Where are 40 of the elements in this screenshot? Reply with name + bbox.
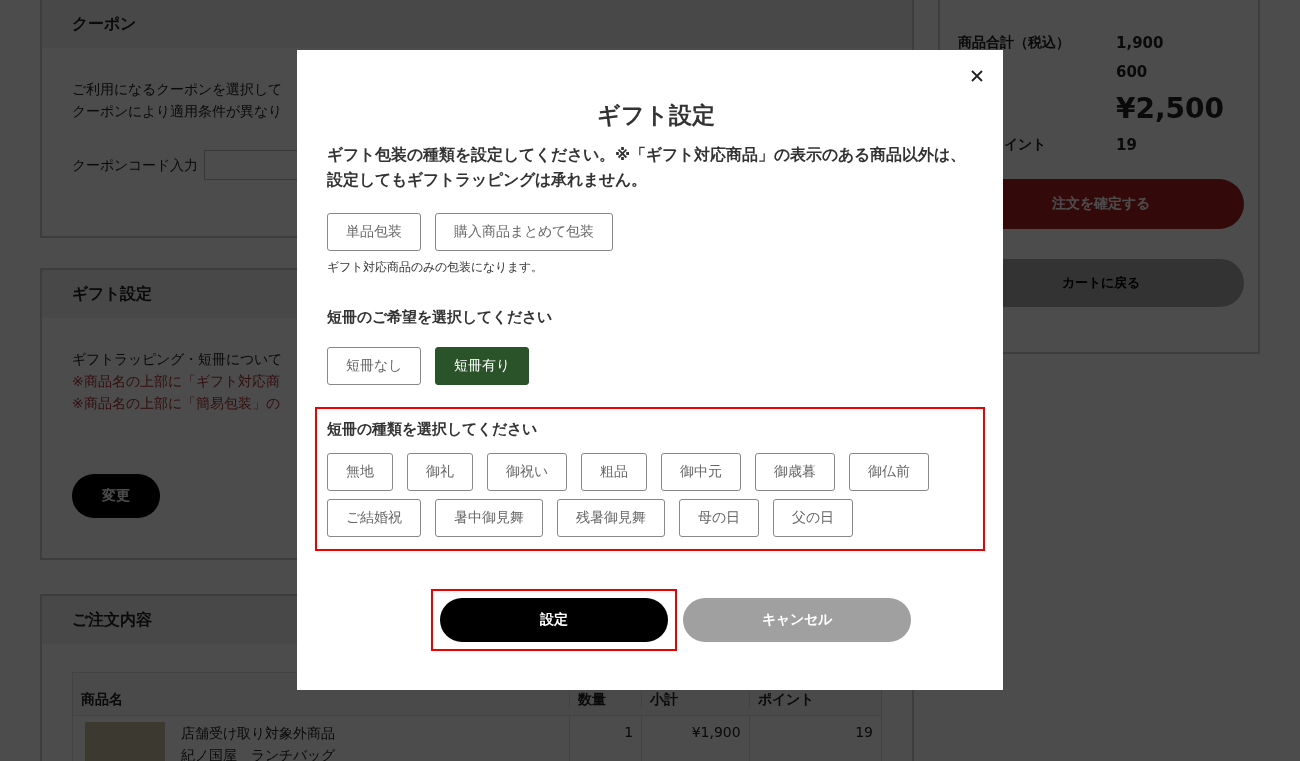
tanzaku-type-option[interactable]: 暑中御見舞 (435, 499, 543, 537)
field-label: クーポンコード入力 (72, 156, 198, 175)
tanzaku-type-option[interactable]: 御礼 (407, 453, 473, 491)
card-title: ギフト設定 (72, 283, 152, 305)
body-text: ご利用になるクーポンを選択して (72, 80, 282, 99)
tanzaku-option[interactable]: 短冊有り (435, 347, 529, 385)
tanzaku-option[interactable]: 短冊なし (327, 347, 421, 385)
summary-value: 600 (1116, 62, 1148, 81)
description-text: ギフト包装の種類を設定してください。※「ギフト対応商品」の表示のある商品以外は、設定してもギフトラッピングは承れません。 (327, 145, 968, 191)
tanzaku-type-option[interactable]: 御仏前 (849, 453, 929, 491)
tanzaku-type-option[interactable]: 御祝い (487, 453, 567, 491)
tanzaku-type-option[interactable]: 父の日 (773, 499, 853, 537)
tanzaku-type-option[interactable]: 粗品 (581, 453, 647, 491)
summary-label: 商品合計（税込） (958, 33, 1070, 50)
tanzaku-type-option[interactable]: 母の日 (679, 499, 759, 537)
tanzaku-type-option[interactable]: 残暑御見舞 (557, 499, 665, 537)
tanzaku-type-option[interactable]: 無地 (327, 453, 393, 491)
note-text: ギフト対応商品のみの包装になります。 (327, 259, 543, 276)
product-name: 紀ノ国屋 ランチバッグ (181, 746, 335, 761)
wrap-option[interactable]: 単品包装 (327, 213, 421, 251)
tanzaku-type-option[interactable]: ご結婚祝 (327, 499, 421, 537)
column-header: ポイント (756, 691, 815, 709)
section-heading: 短冊のご希望を選択してください (327, 308, 552, 327)
section-heading: 短冊の種類を選択してください (327, 420, 537, 438)
body-text: クーポンにより適用条件が異なり (72, 102, 282, 121)
summary-label: イント (1004, 135, 1046, 152)
card-title: ご注文内容 (72, 609, 152, 631)
tanzaku-type-option[interactable]: 御中元 (661, 453, 741, 491)
dialog-title: ギフト設定 (597, 101, 715, 130)
tanzaku-type-option[interactable]: 御歳暮 (755, 453, 835, 491)
summary-value: ¥2,500 (1116, 91, 1225, 125)
close-icon[interactable] (971, 70, 983, 82)
summary-value: 1,900 (1116, 33, 1164, 52)
table-cell-text: 19 (854, 723, 874, 742)
product-name: 店舗受け取り対象外商品 (181, 724, 335, 743)
set-button[interactable]: 設定 (440, 598, 668, 642)
body-text: ギフトラッピング・短冊について (72, 350, 282, 369)
summary-value: 19 (1116, 135, 1137, 154)
card-title: クーポン (72, 13, 136, 35)
wrap-option[interactable]: 購入商品まとめて包装 (435, 213, 613, 251)
